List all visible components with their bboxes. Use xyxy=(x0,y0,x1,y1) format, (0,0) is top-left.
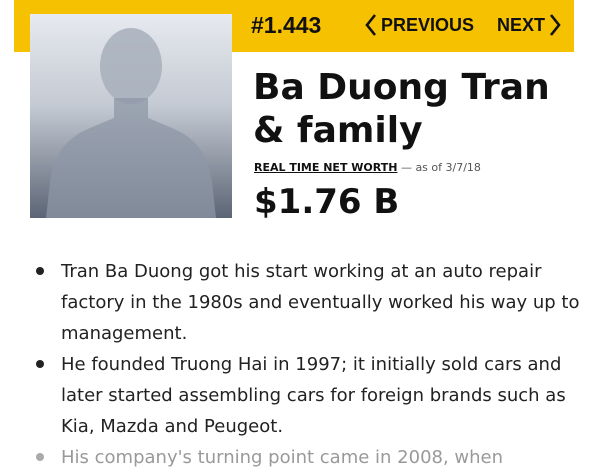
list-item: Tran Ba Duong got his start working at a… xyxy=(36,256,581,349)
next-button[interactable]: NEXT xyxy=(497,13,562,37)
rank-number: #1.443 xyxy=(251,12,322,38)
fact-text: He founded Truong Hai in 1997; it initia… xyxy=(61,354,566,437)
bullet-icon xyxy=(36,453,44,461)
person-name: Ba Duong Tran & family xyxy=(253,67,550,151)
next-label: NEXT xyxy=(497,14,546,35)
bullet-icon xyxy=(36,360,44,368)
profile-photo xyxy=(30,14,232,218)
person-silhouette-icon xyxy=(46,28,216,218)
net-worth-row: REAL TIME NET WORTH — as of 3/7/18 xyxy=(254,161,481,174)
bullet-icon xyxy=(36,267,44,275)
list-item: His company's turning point came in 2008… xyxy=(36,442,581,473)
net-worth-value: $1.76 B xyxy=(254,182,400,222)
net-worth-link[interactable]: REAL TIME NET WORTH xyxy=(254,161,397,174)
previous-label: PREVIOUS xyxy=(381,14,475,35)
facts-list: Tran Ba Duong got his start working at a… xyxy=(36,256,581,473)
list-item: He founded Truong Hai in 1997; it initia… xyxy=(36,349,581,442)
previous-button[interactable]: PREVIOUS xyxy=(364,13,474,37)
fact-text: His company's turning point came in 2008… xyxy=(61,447,504,468)
fact-text: Tran Ba Duong got his start working at a… xyxy=(61,261,580,344)
chevron-right-icon xyxy=(548,13,562,37)
net-worth-date: — as of 3/7/18 xyxy=(397,161,481,174)
chevron-left-icon xyxy=(364,13,378,37)
